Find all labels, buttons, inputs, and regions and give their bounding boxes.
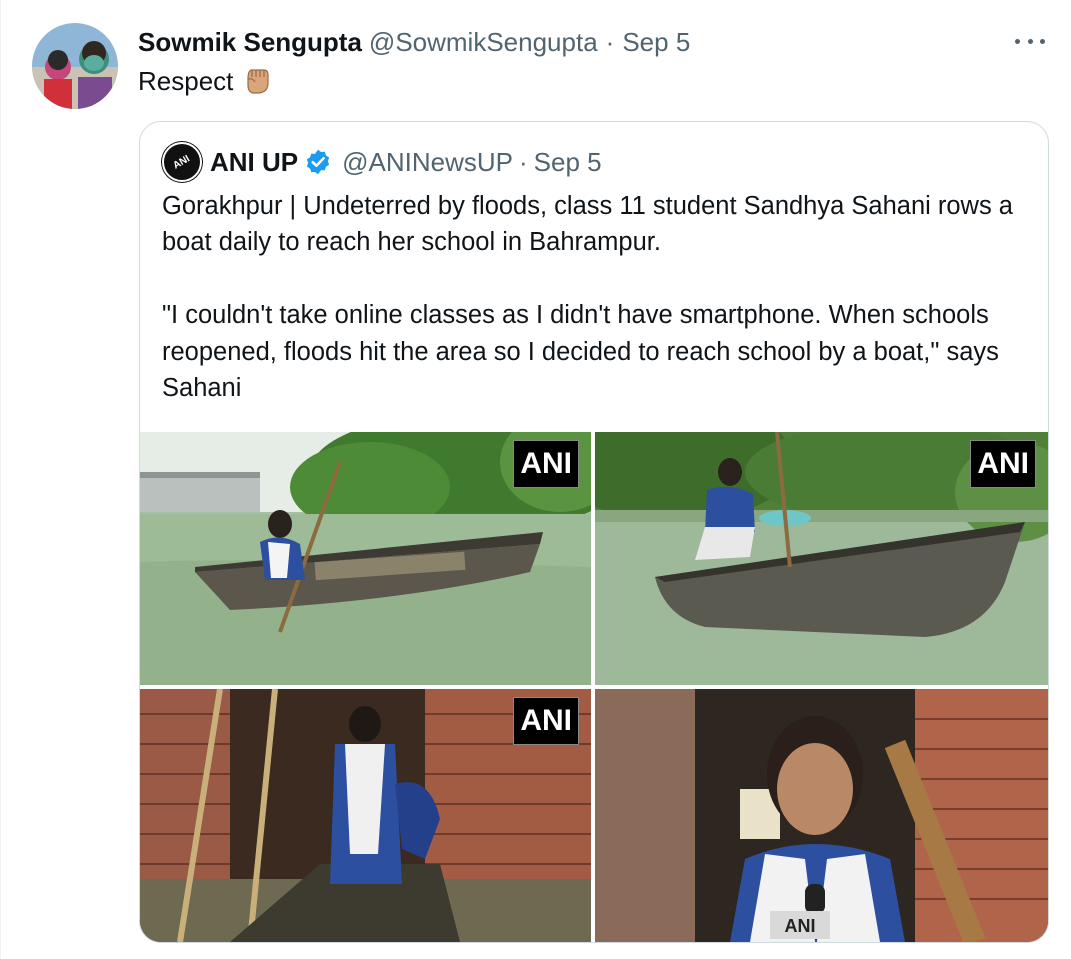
quoted-avatar[interactable]: ANI [162,142,202,182]
quoted-tweet-header: ANI ANI UP @ANINewsUP · Sep 5 [162,142,602,182]
raised-fist-emoji-icon [247,69,269,94]
author-handle[interactable]: @SowmikSengupta [369,27,598,58]
media-photo-1[interactable]: ANI [140,432,591,685]
svg-text:ANI: ANI [785,916,816,936]
media-grid: ANI ANI ANI ANI [140,432,1048,942]
tweet-header: Sowmik Sengupta @SowmikSengupta · Sep 5 [138,25,690,59]
media-photo-2[interactable]: ANI [595,432,1048,685]
ani-watermark: ANI [970,440,1036,488]
tweet-text-content: Respect [138,65,234,96]
avatar[interactable] [32,23,118,109]
quoted-tweet-text: Gorakhpur | Undeterred by floods, class … [162,188,1026,406]
quoted-separator-dot: · [519,146,528,177]
quoted-paragraph-2: "I couldn't take online classes as I did… [162,301,999,403]
quoted-paragraph-1: Gorakhpur | Undeterred by floods, class … [162,192,1013,257]
separator-dot: · [605,26,615,57]
verified-badge-icon [307,149,330,175]
avatar-image [32,23,118,109]
quoted-tweet-date[interactable]: Sep 5 [534,147,602,178]
more-icon[interactable] [1015,27,1045,55]
ani-watermark: ANI [513,440,579,488]
ani-watermark: ANI [513,697,579,745]
tweet-text: Respect [138,64,273,98]
timeline-border [0,0,1,959]
author-name[interactable]: Sowmik Sengupta [138,27,362,58]
tweet-date[interactable]: Sep 5 [622,27,690,58]
quoted-author-handle[interactable]: @ANINewsUP [342,147,513,178]
quoted-tweet[interactable]: ANI ANI UP @ANINewsUP · Sep 5 Gorakhpur … [139,121,1049,943]
quoted-avatar-logo: ANI [171,152,193,172]
quoted-author-name[interactable]: ANI UP [210,147,298,178]
media-photo-3[interactable]: ANI [140,689,591,942]
media-photo-4[interactable]: ANI [595,689,1048,942]
photo-girl-interview-close-up: ANI [595,689,1048,942]
